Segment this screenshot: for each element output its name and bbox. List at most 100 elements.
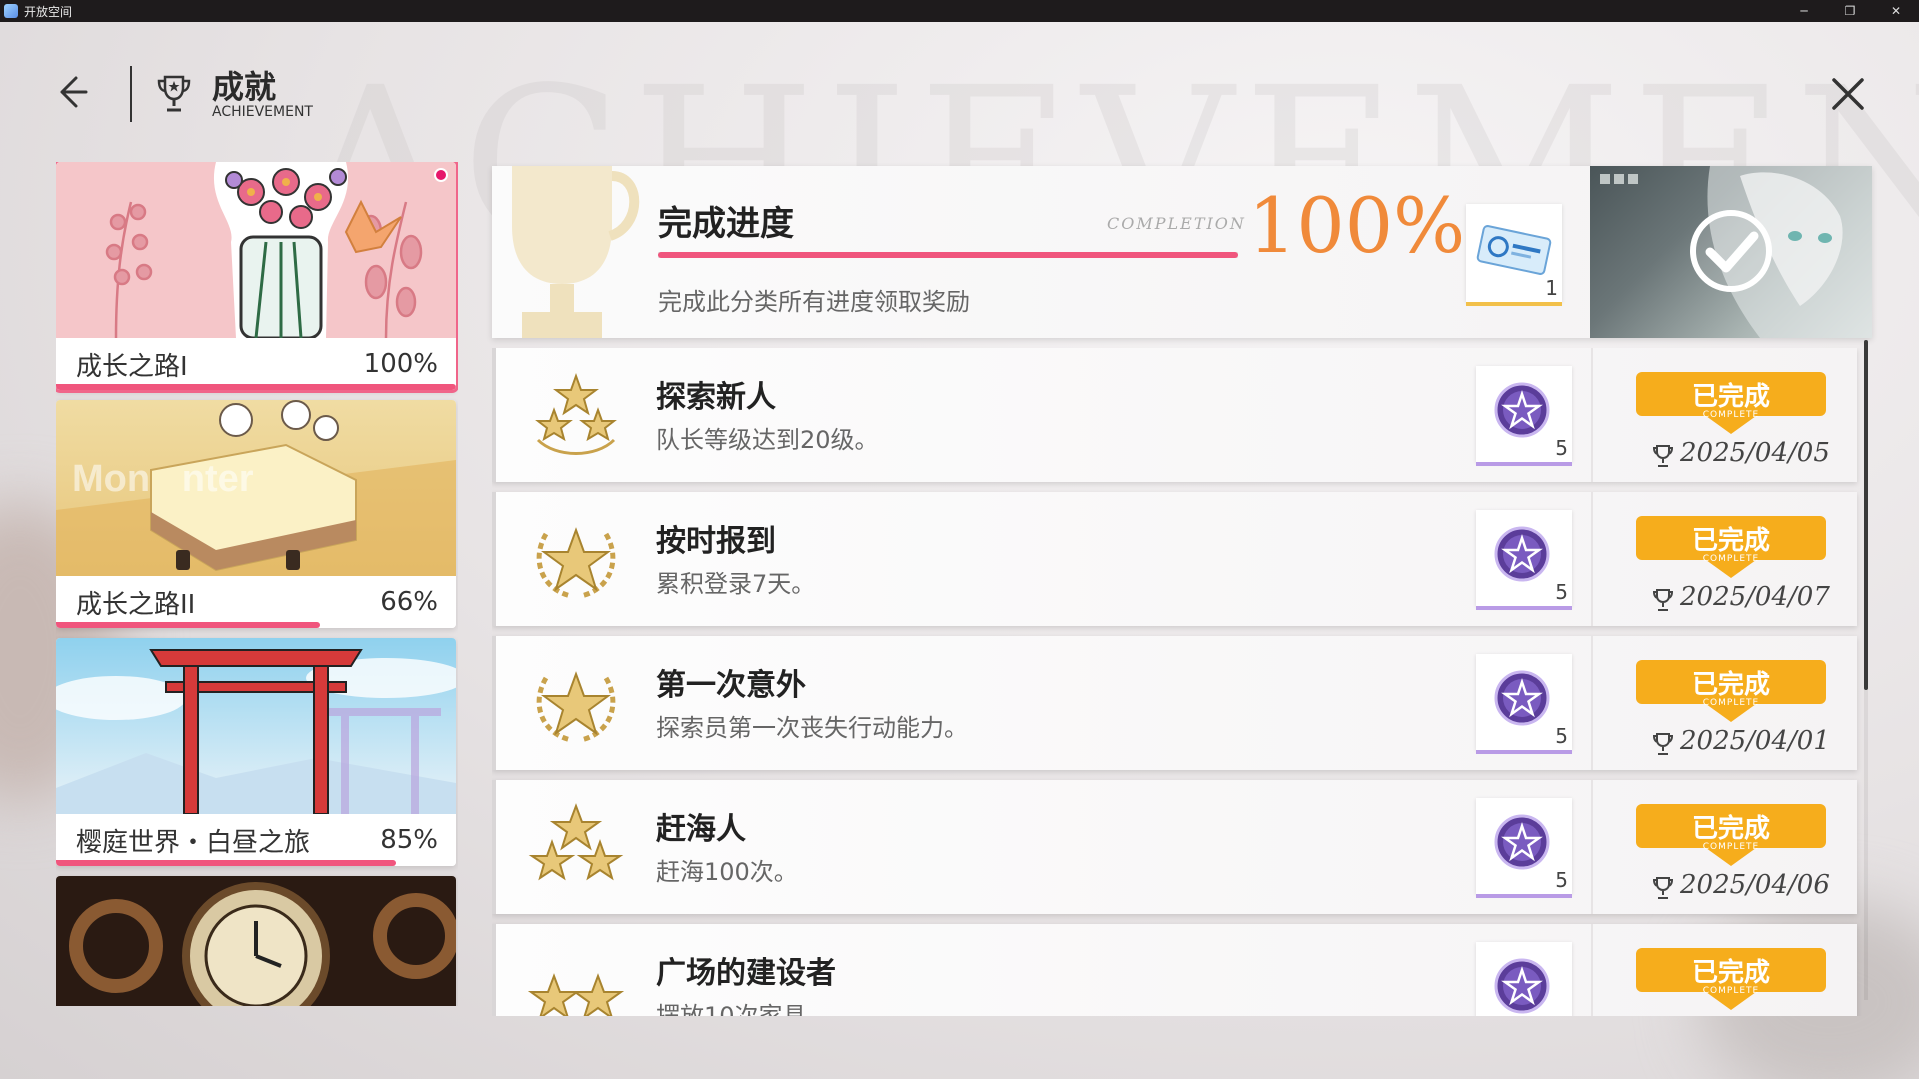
trophy-icon (1652, 589, 1674, 611)
single-star-laurel-icon (536, 671, 616, 743)
achievement-reward-item[interactable]: 5 (1476, 654, 1572, 754)
back-arrow-icon[interactable] (50, 70, 94, 114)
summary-description: 完成此分类所有进度领取奖励 (658, 288, 970, 316)
close-icon[interactable] (1828, 74, 1868, 114)
achievement-title: 第一次意外 (656, 668, 806, 703)
completed-status-sublabel: COMPLETE (1702, 698, 1760, 708)
achievement-title: 赶海人 (656, 812, 746, 847)
achievement-reward-item[interactable]: 5 (1476, 942, 1572, 1016)
category-card-clockwork[interactable] (56, 876, 456, 1006)
achievement-row[interactable]: 探索新人 队长等级达到20级。 5 已完成 COMPLETE 2025/04/0… (492, 348, 1857, 482)
header-divider (130, 66, 132, 122)
completed-status-sublabel: COMPLETE (1702, 554, 1760, 564)
completion-date: 2025/04/06 (1680, 870, 1830, 900)
category-footer: 樱庭世界・白昼之旅 85% (56, 814, 456, 866)
category-footer: 成长之路II 66% (56, 576, 456, 628)
three-stars-icon (528, 803, 624, 881)
achievement-description: 探索员第一次丧失行动能力。 (656, 714, 968, 742)
completed-status-label: 已完成 (1691, 382, 1770, 412)
row-divider (1591, 636, 1593, 770)
completion-date: 2025/04/05 (1680, 438, 1830, 468)
app-icon (4, 4, 18, 18)
window-titlebar: 开放空间 ─ ❐ ✕ (0, 0, 1919, 22)
torii-gate-illustration (56, 638, 456, 814)
category-footer: 成长之路I 100% (56, 338, 456, 390)
reward-rarity-bar (1476, 462, 1572, 466)
category-percent: 66% (380, 587, 438, 617)
clockwork-illustration (56, 876, 456, 1006)
achievement-scrollbar[interactable] (1864, 340, 1868, 1000)
category-card-sakura-world[interactable]: 樱庭世界・白昼之旅 85% (56, 638, 456, 866)
achievement-row[interactable]: 赶海人 赶海100次。 5 已完成 COMPLETE 2025/04/06 (492, 780, 1857, 914)
category-progress-bar (56, 384, 456, 390)
window-title: 开放空间 (24, 4, 73, 19)
reward-count: 5 (1555, 580, 1568, 604)
trophy-icon (1652, 445, 1674, 467)
achievement-description: 队长等级达到20级。 (656, 426, 879, 454)
category-name: 成长之路II (76, 589, 196, 620)
completed-status-sublabel: COMPLETE (1702, 986, 1760, 996)
category-card-growth-2[interactable]: Mon nter 成长之路II 66% (56, 400, 456, 628)
category-card-growth-1[interactable]: 成长之路I 100% (56, 162, 458, 393)
achievement-reward-item[interactable]: 5 (1476, 510, 1572, 610)
two-stars-icon (527, 973, 625, 1016)
achievement-row[interactable]: 第一次意外 探索员第一次丧失行动能力。 5 已完成 COMPLETE 2025/… (492, 636, 1857, 770)
achievement-title: 按时报到 (656, 524, 776, 559)
category-progress-bar (56, 622, 320, 628)
scrollbar-thumb[interactable] (1864, 340, 1868, 690)
close-window-button[interactable]: ✕ (1873, 0, 1919, 22)
trophy-cup-watermark-icon (512, 166, 640, 338)
achievement-description: 赶海100次。 (656, 858, 798, 886)
completion-label: COMPLETION (1107, 214, 1246, 233)
achievement-reward-item[interactable]: 5 (1476, 366, 1572, 466)
window-controls: ─ ❐ ✕ (1781, 0, 1919, 22)
completed-status-label: 已完成 (1691, 814, 1770, 844)
category-percent: 85% (380, 825, 438, 855)
achievement-list[interactable]: 探索新人 队长等级达到20级。 5 已完成 COMPLETE 2025/04/0… (492, 348, 1872, 1016)
summary-title: 完成进度 (658, 204, 794, 244)
new-indicator-dot (434, 168, 448, 182)
achievement-description: 累积登录7天。 (656, 570, 816, 598)
category-percent: 100% (363, 349, 438, 379)
achievement-description: 摆放10次家具 (656, 1002, 807, 1016)
achievement-row[interactable]: 按时报到 累积登录7天。 5 已完成 COMPLETE 2025/04/07 (492, 492, 1857, 626)
completed-status-sublabel: COMPLETE (1702, 842, 1760, 852)
reward-count: 1 (1545, 276, 1558, 300)
trophy-icon (157, 75, 191, 112)
row-divider (1591, 492, 1593, 626)
restore-button[interactable]: ❐ (1827, 0, 1873, 22)
completion-progress-fill (658, 252, 1238, 258)
purple-star-coin-icon (1494, 958, 1550, 1014)
achievement-reward-item[interactable]: 5 (1476, 798, 1572, 898)
reward-count: 5 (1555, 724, 1568, 748)
claimed-reward-panel[interactable] (1590, 166, 1872, 338)
achievement-row[interactable]: 广场的建设者 摆放10次家具 5 已完成 COMPLETE (492, 924, 1857, 1016)
reward-count: 5 (1555, 868, 1568, 892)
achievement-title: 广场的建设者 (656, 956, 836, 991)
reward-rarity-bar (1476, 606, 1572, 610)
completed-status-label: 已完成 (1691, 958, 1770, 988)
three-stars-laurel-icon (535, 373, 617, 455)
completion-date: 2025/04/01 (1680, 726, 1830, 756)
completion-summary-panel: 完成进度 COMPLETION 100% 完成此分类所有进度领取奖励 1 (492, 166, 1872, 338)
minimize-button[interactable]: ─ (1781, 0, 1827, 22)
row-divider (1591, 924, 1593, 1016)
category-art-text: Mon nter (72, 458, 254, 500)
page-title: 成就 (212, 68, 277, 106)
trophy-icon (1652, 733, 1674, 755)
flower-vase-illustration (56, 162, 456, 338)
completion-date: 2025/04/07 (1680, 582, 1830, 612)
completed-status-label: 已完成 (1691, 526, 1770, 556)
summary-reward-item[interactable]: 1 (1466, 204, 1562, 306)
single-star-laurel-icon (536, 527, 616, 599)
category-name: 樱庭世界・白昼之旅 (76, 827, 311, 858)
completed-status-label: 已完成 (1691, 670, 1770, 700)
category-progress-bar (56, 860, 396, 866)
category-name: 成长之路I (76, 351, 188, 382)
reward-rarity-bar (1476, 750, 1572, 754)
reward-rarity-bar (1466, 302, 1562, 306)
completion-progress-track (658, 252, 1238, 258)
row-divider (1591, 780, 1593, 914)
category-list[interactable]: 成长之路I 100% Mon nter 成长之路II 66% 樱庭世界・白昼之旅… (56, 162, 458, 1006)
reward-count: 5 (1555, 1012, 1568, 1016)
